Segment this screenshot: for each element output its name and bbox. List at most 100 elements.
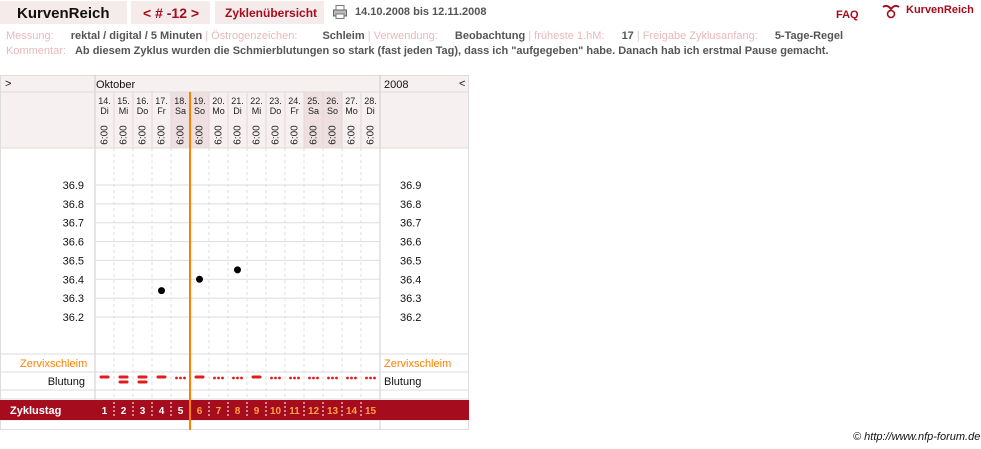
freigabe-label: Freigabe Zyklusanfang:: [642, 30, 758, 42]
day-weekday: Do: [137, 106, 149, 116]
cycleday-number: 3: [140, 406, 146, 417]
bleeding-heavy-mark: [137, 380, 148, 384]
cycleday-number: 2: [121, 406, 127, 417]
kurvenreich-logo-icon[interactable]: [881, 3, 901, 19]
brand-title[interactable]: KurvenReich: [0, 1, 127, 24]
day-date: 16.: [136, 96, 149, 106]
day-date: 23.: [269, 96, 282, 106]
day-date: 27.: [345, 96, 358, 106]
bleeding-spotting-mark: [289, 376, 292, 380]
comment-line: Kommentar: Ab diesem Zyklus wurden die S…: [6, 45, 829, 57]
day-date: 24.: [288, 96, 301, 106]
y-tick-right: 36.7: [400, 218, 421, 230]
fruehste-label: früheste 1.hM:: [534, 30, 605, 42]
bleeding-spotting-mark: [312, 376, 315, 380]
cycle-overview-link[interactable]: Zyklenübersicht: [215, 1, 324, 24]
zervix-label-left: Zervixschleim: [20, 358, 87, 370]
temperature-point[interactable]: [234, 266, 241, 274]
bleeding-spotting-mark: [331, 376, 334, 380]
bleeding-spotting-mark: [213, 376, 216, 380]
bleeding-spotting-mark: [236, 376, 239, 380]
cycleday-number: 9: [254, 406, 260, 417]
day-date: 17.: [155, 96, 168, 106]
day-date: 21.: [231, 96, 244, 106]
verwendung-label: Verwendung:: [373, 30, 438, 42]
cycle-chart-svg: > Oktober 2008 <14.Di6:0015.Mi6:0016.Do6:00…: [0, 75, 469, 430]
day-weekday: Di: [366, 106, 375, 116]
day-time: 6:00: [100, 125, 111, 145]
bleeding-medium-mark: [251, 375, 262, 379]
zervix-label-right: Zervixschleim: [384, 358, 451, 370]
cycleday-number: 1: [102, 406, 108, 417]
y-tick-left: 36.6: [63, 237, 84, 249]
bleeding-label-left: Blutung: [48, 376, 85, 388]
bleeding-spotting-mark: [308, 376, 311, 380]
bleeding-spotting-mark: [369, 376, 372, 380]
y-tick-right: 36.5: [400, 255, 421, 267]
day-date: 26.: [326, 96, 339, 106]
day-date: 15.: [117, 96, 130, 106]
day-time: 6:00: [157, 125, 168, 145]
y-tick-left: 36.9: [63, 180, 84, 192]
cycle-navigation[interactable]: < # -12 >: [131, 1, 210, 24]
bleeding-heavy-mark: [118, 380, 129, 384]
date-range: 14.10.2008 bis 12.11.2008: [355, 6, 487, 18]
day-weekday: Mo: [212, 106, 225, 116]
y-tick-right: 36.8: [400, 199, 421, 211]
cycleday-number: 13: [327, 406, 339, 417]
bleeding-spotting-mark: [274, 376, 277, 380]
bleeding-spotting-mark: [354, 376, 357, 380]
cycleday-number: 14: [346, 406, 358, 417]
bleeding-spotting-mark: [179, 376, 182, 380]
freigabe-value: 5-Tage-Regel: [774, 30, 844, 42]
verwendung-value: Beobachtung: [454, 30, 526, 42]
oestrogen-value: Schleim: [322, 30, 365, 42]
faq-link[interactable]: FAQ: [836, 9, 859, 21]
printer-icon[interactable]: [333, 5, 347, 19]
cycleday-number: 11: [289, 406, 300, 417]
chart-nav-prev[interactable]: >: [5, 78, 11, 90]
day-time: 6:00: [138, 125, 149, 145]
temperature-point[interactable]: [158, 287, 165, 295]
bleeding-spotting-mark: [350, 376, 353, 380]
day-date: 28.: [364, 96, 377, 106]
bleeding-spotting-mark: [316, 376, 319, 380]
messung-value: rektal / digital / 5 Minuten: [70, 30, 203, 42]
day-weekday: Sa: [308, 106, 319, 116]
day-date: 19.: [193, 96, 206, 106]
bleeding-spotting-mark: [278, 376, 281, 380]
day-time: 6:00: [366, 125, 377, 145]
day-time: 6:00: [328, 125, 339, 145]
oestrogen-label: Östrogenzeichen:: [211, 30, 298, 42]
cycleday-number: 15: [365, 406, 377, 417]
day-time: 6:00: [252, 125, 263, 145]
y-tick-left: 36.4: [63, 274, 84, 286]
bleeding-heavy-mark: [137, 375, 148, 379]
measurement-info-line: Messung: rektal / digital / 5 Minuten | …: [6, 30, 843, 42]
day-weekday: Mi: [119, 106, 129, 116]
bleeding-spotting-mark: [365, 376, 368, 380]
bleeding-medium-mark: [156, 375, 167, 379]
day-weekday: So: [327, 106, 338, 116]
y-tick-right: 36.9: [400, 180, 421, 192]
day-weekday: Fr: [290, 106, 299, 116]
y-tick-left: 36.2: [63, 312, 84, 324]
bleeding-spotting-mark: [293, 376, 296, 380]
day-weekday: Do: [270, 106, 282, 116]
day-weekday: Sa: [175, 106, 186, 116]
copyright: © http://www.nfp-forum.de: [853, 431, 981, 443]
y-tick-left: 36.8: [63, 199, 84, 211]
day-time: 6:00: [271, 125, 282, 145]
chart-nav-next[interactable]: <: [459, 78, 465, 90]
logo-text[interactable]: KurvenReich: [906, 4, 974, 16]
cycleday-number: 10: [270, 406, 282, 417]
day-date: 18.: [174, 96, 187, 106]
temperature-point[interactable]: [196, 275, 203, 283]
bleeding-spotting-mark: [327, 376, 330, 380]
month-label: Oktober: [96, 79, 135, 91]
top-bar: KurvenReich < # -12 > Zyklenübersicht: [0, 0, 981, 26]
bleeding-spotting-mark: [175, 376, 178, 380]
y-tick-right: 36.6: [400, 237, 421, 249]
day-weekday: Di: [100, 106, 109, 116]
bleeding-spotting-mark: [183, 376, 186, 380]
